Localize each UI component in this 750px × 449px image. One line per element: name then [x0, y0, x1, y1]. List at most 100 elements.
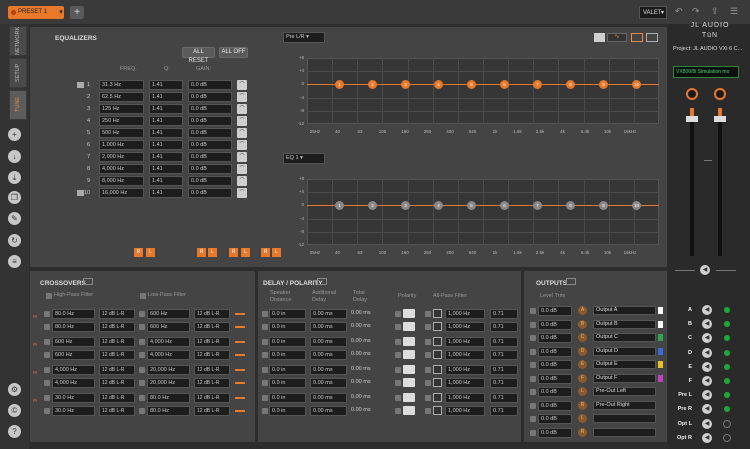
output-level-field[interactable]: 0.0 dB	[538, 360, 572, 370]
right-fader-handle[interactable]	[714, 116, 726, 122]
speaker-mute-icon[interactable]: ◀	[702, 347, 712, 358]
hpf-freq-field[interactable]: 80.0 Hz	[52, 309, 95, 319]
all-off-button[interactable]: ALL OFF	[219, 47, 248, 58]
tab-tune[interactable]: TUNE	[9, 90, 27, 120]
view-single-icon[interactable]	[631, 33, 643, 42]
hpf-freq-field[interactable]: 4,000 Hz	[52, 365, 95, 375]
output-level-field[interactable]: 0.0 dB	[538, 346, 572, 357]
band-q-field[interactable]: 1.41	[149, 92, 183, 102]
hpf-slope-select[interactable]: 12 dB L-R	[99, 309, 135, 319]
master-mute-icon[interactable]: ◀	[700, 265, 710, 275]
add-icon[interactable]: +	[8, 128, 21, 141]
polarity-toggle[interactable]	[403, 309, 415, 318]
hpf-slope-select[interactable]: 12 dB L-R	[99, 406, 135, 416]
chevron-down-icon[interactable]: ▾	[58, 6, 64, 19]
lpf-enable[interactable]	[139, 324, 145, 330]
additional-delay-field[interactable]: 0.00 ms	[310, 350, 347, 360]
hpf-enable[interactable]	[44, 324, 50, 330]
additional-delay-field[interactable]: 0.00 ms	[310, 309, 347, 319]
output-level-field[interactable]: 0.0 dB	[538, 306, 572, 316]
output-name-field[interactable]: Output F	[593, 373, 656, 383]
lpf-slope-select[interactable]: 12 dB L-R	[194, 337, 230, 347]
lpf-slope-select[interactable]: 12 dB L-R	[194, 365, 230, 375]
right-level-knob[interactable]	[714, 88, 726, 100]
band-toggle[interactable]	[77, 82, 84, 88]
polarity-toggle[interactable]	[403, 393, 415, 402]
peak-filter-icon[interactable]: ⌒	[237, 188, 247, 198]
menu-icon[interactable]: ☰	[730, 6, 738, 17]
allpass-freq-field[interactable]: 1,000 Hz	[445, 322, 485, 332]
allpass-freq-field[interactable]: 1,000 Hz	[445, 393, 485, 403]
peak-filter-icon[interactable]: ⌒	[237, 164, 247, 174]
eq-curve-select[interactable]: EQ 1 ▾	[283, 153, 325, 164]
graph-icon[interactable]	[317, 278, 327, 285]
allpass-freq-field[interactable]: 1,000 Hz	[445, 337, 485, 347]
link-button[interactable]: L	[272, 248, 281, 257]
lpf-freq-field[interactable]: 80.0 Hz	[147, 406, 190, 416]
hpf-freq-field[interactable]: 600 Hz	[52, 350, 95, 360]
allpass-curve-icon[interactable]	[433, 322, 442, 331]
hpf-freq-field[interactable]: 30.0 Hz	[52, 393, 95, 403]
band-freq-field[interactable]: 250 Hz	[99, 116, 144, 126]
output-level-field[interactable]: 0.0 dB	[538, 387, 572, 397]
link-button[interactable]: R	[134, 248, 143, 257]
allpass-freq-field[interactable]: 1,000 Hz	[445, 406, 485, 416]
peak-filter-icon[interactable]: ⌒	[237, 116, 247, 126]
band-q-field[interactable]: 1.41	[149, 176, 183, 186]
graph-icon[interactable]	[83, 278, 93, 285]
output-name-field[interactable]: Output C	[593, 333, 656, 342]
band-gain-field[interactable]: 0.0 dB	[188, 104, 232, 114]
eq-source-select[interactable]: Pre L/R ▾	[283, 32, 325, 43]
lpf-slope-select[interactable]: 12 dB L-R	[194, 350, 230, 360]
output-enable[interactable]	[530, 375, 536, 382]
hpf-enable[interactable]	[44, 367, 50, 373]
polarity-toggle[interactable]	[403, 365, 415, 374]
band-gain-field[interactable]: 0.0 dB	[188, 188, 232, 198]
allpass-q-field[interactable]: 0.71	[490, 322, 518, 332]
hpf-enable[interactable]	[44, 408, 50, 414]
save-icon[interactable]: ⤓	[8, 171, 21, 184]
speaker-distance-field[interactable]: 0.0 in	[269, 322, 306, 332]
peak-filter-icon[interactable]: ⌒	[237, 152, 247, 162]
hpf-slope-select[interactable]: 12 dB L-R	[99, 365, 135, 375]
undo-icon[interactable]: ↶	[675, 6, 683, 17]
additional-delay-field[interactable]: 0.00 ms	[310, 322, 347, 332]
output-name-field[interactable]: Output E	[593, 360, 656, 369]
band-freq-field[interactable]: 8,000 Hz	[99, 176, 144, 186]
output-enable[interactable]	[530, 321, 536, 328]
polarity-enable[interactable]	[395, 395, 401, 401]
hpf-enable[interactable]	[44, 339, 50, 345]
left-level-knob[interactable]	[686, 88, 698, 100]
peak-filter-icon[interactable]: ⌒	[237, 104, 247, 114]
output-level-field[interactable]: 0.0 dB	[538, 414, 572, 424]
curve-icon[interactable]: ∿	[607, 33, 627, 42]
speaker-distance-field[interactable]: 0.0 in	[269, 365, 306, 375]
output-enable[interactable]	[530, 402, 536, 409]
output-enable[interactable]	[530, 362, 536, 368]
link-button[interactable]: R	[197, 248, 206, 257]
output-level-field[interactable]: 0.0 dB	[538, 400, 572, 411]
peak-filter-icon[interactable]: ⌒	[237, 80, 247, 90]
delay-enable[interactable]	[262, 380, 268, 386]
output-enable[interactable]	[530, 429, 536, 436]
share-icon[interactable]: ⇪	[711, 6, 719, 17]
sliders-icon[interactable]	[594, 33, 605, 42]
band-freq-field[interactable]: 31.3 Hz	[99, 80, 144, 90]
polarity-enable[interactable]	[395, 339, 401, 345]
hpf-slope-select[interactable]: 12 dB L-R	[99, 322, 135, 332]
lpf-enable[interactable]	[139, 380, 145, 386]
output-enable[interactable]	[530, 348, 536, 355]
allpass-enable[interactable]	[425, 324, 431, 330]
polarity-enable[interactable]	[395, 324, 401, 330]
delay-enable[interactable]	[262, 311, 268, 317]
polarity-toggle[interactable]	[403, 378, 415, 387]
allpass-enable[interactable]	[425, 352, 431, 358]
band-gain-field[interactable]: 0.0 dB	[188, 140, 232, 150]
hpf-freq-field[interactable]: 4,000 Hz	[52, 378, 95, 388]
copyright-icon[interactable]: ©	[8, 404, 21, 417]
polarity-enable[interactable]	[395, 352, 401, 358]
hpf-freq-field[interactable]: 80.0 Hz	[52, 322, 95, 332]
speaker-mute-icon[interactable]: ◀	[702, 432, 712, 443]
band-freq-field[interactable]: 1,000 Hz	[99, 140, 144, 150]
band-freq-field[interactable]: 500 Hz	[99, 128, 144, 138]
